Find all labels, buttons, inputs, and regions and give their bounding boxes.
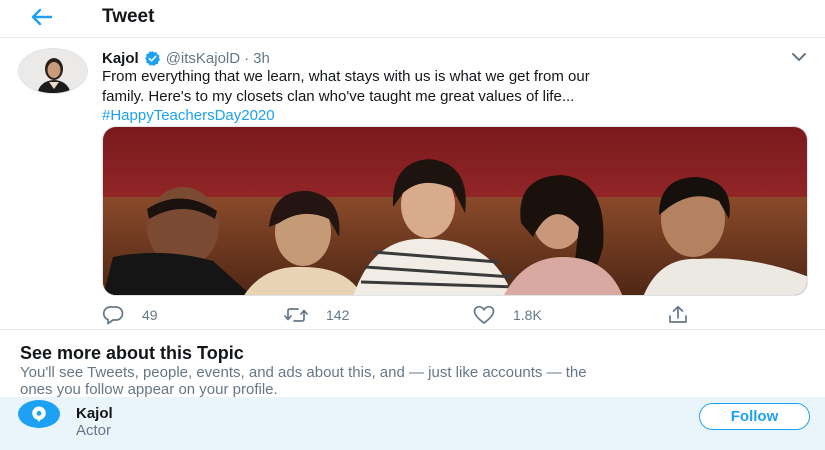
topic-category: Actor bbox=[76, 422, 112, 439]
reply-count: 49 bbox=[142, 307, 158, 323]
chevron-down-icon bbox=[792, 53, 806, 61]
avatar[interactable] bbox=[18, 48, 88, 94]
tweet-header: Kajol @itsKajolD · 3h bbox=[102, 48, 270, 68]
page-title: Tweet bbox=[102, 6, 155, 27]
hashtag-link[interactable]: #HappyTeachersDay2020 bbox=[102, 107, 275, 124]
more-options-button[interactable] bbox=[788, 48, 810, 66]
follow-button[interactable]: Follow bbox=[699, 403, 810, 430]
tweet: Kajol @itsKajolD · 3h From everything th… bbox=[0, 38, 825, 330]
topic-description: You'll see Tweets, people, events, and a… bbox=[20, 364, 805, 398]
avatar-photo bbox=[19, 49, 87, 93]
verified-badge-icon bbox=[144, 50, 161, 67]
like-button[interactable]: 1.8K bbox=[473, 304, 542, 326]
heart-icon bbox=[473, 305, 495, 324]
top-bar: Tweet bbox=[0, 0, 825, 38]
family-photo-image bbox=[103, 127, 807, 295]
topic-heading: See more about this Topic bbox=[20, 343, 244, 363]
separator-dot: · bbox=[244, 49, 250, 67]
topic-description-line: You'll see Tweets, people, events, and a… bbox=[20, 364, 587, 381]
like-count: 1.8K bbox=[513, 307, 542, 323]
topic-section: See more about this Topic You'll see Twe… bbox=[0, 331, 825, 398]
topic-card[interactable]: Kajol Actor Follow bbox=[0, 397, 825, 450]
tweet-text: From everything that we learn, what stay… bbox=[102, 67, 802, 126]
back-button[interactable] bbox=[26, 4, 56, 30]
topic-bubble-icon bbox=[18, 400, 60, 428]
topic-description-line: ones you follow appear on your profile. bbox=[20, 381, 278, 398]
reply-button[interactable]: 49 bbox=[102, 304, 158, 326]
tweet-photo[interactable] bbox=[102, 126, 808, 296]
tweet-actions: 49 142 1.8K bbox=[102, 304, 702, 326]
share-button[interactable] bbox=[667, 304, 689, 326]
retweet-icon bbox=[284, 308, 308, 322]
tweet-text-line: From everything that we learn, what stay… bbox=[102, 68, 590, 85]
tweet-text-line: family. Here's to my closets clan who've… bbox=[102, 87, 575, 105]
arrow-left-icon bbox=[31, 8, 53, 26]
retweet-count: 142 bbox=[326, 307, 350, 323]
reply-icon bbox=[102, 306, 124, 325]
tweet-timestamp[interactable]: 3h bbox=[253, 50, 270, 67]
retweet-button[interactable]: 142 bbox=[284, 304, 349, 326]
author-name[interactable]: Kajol bbox=[102, 50, 139, 67]
topic-name: Kajol bbox=[76, 405, 113, 422]
author-handle[interactable]: @itsKajolD bbox=[166, 50, 240, 67]
share-icon bbox=[669, 305, 687, 323]
